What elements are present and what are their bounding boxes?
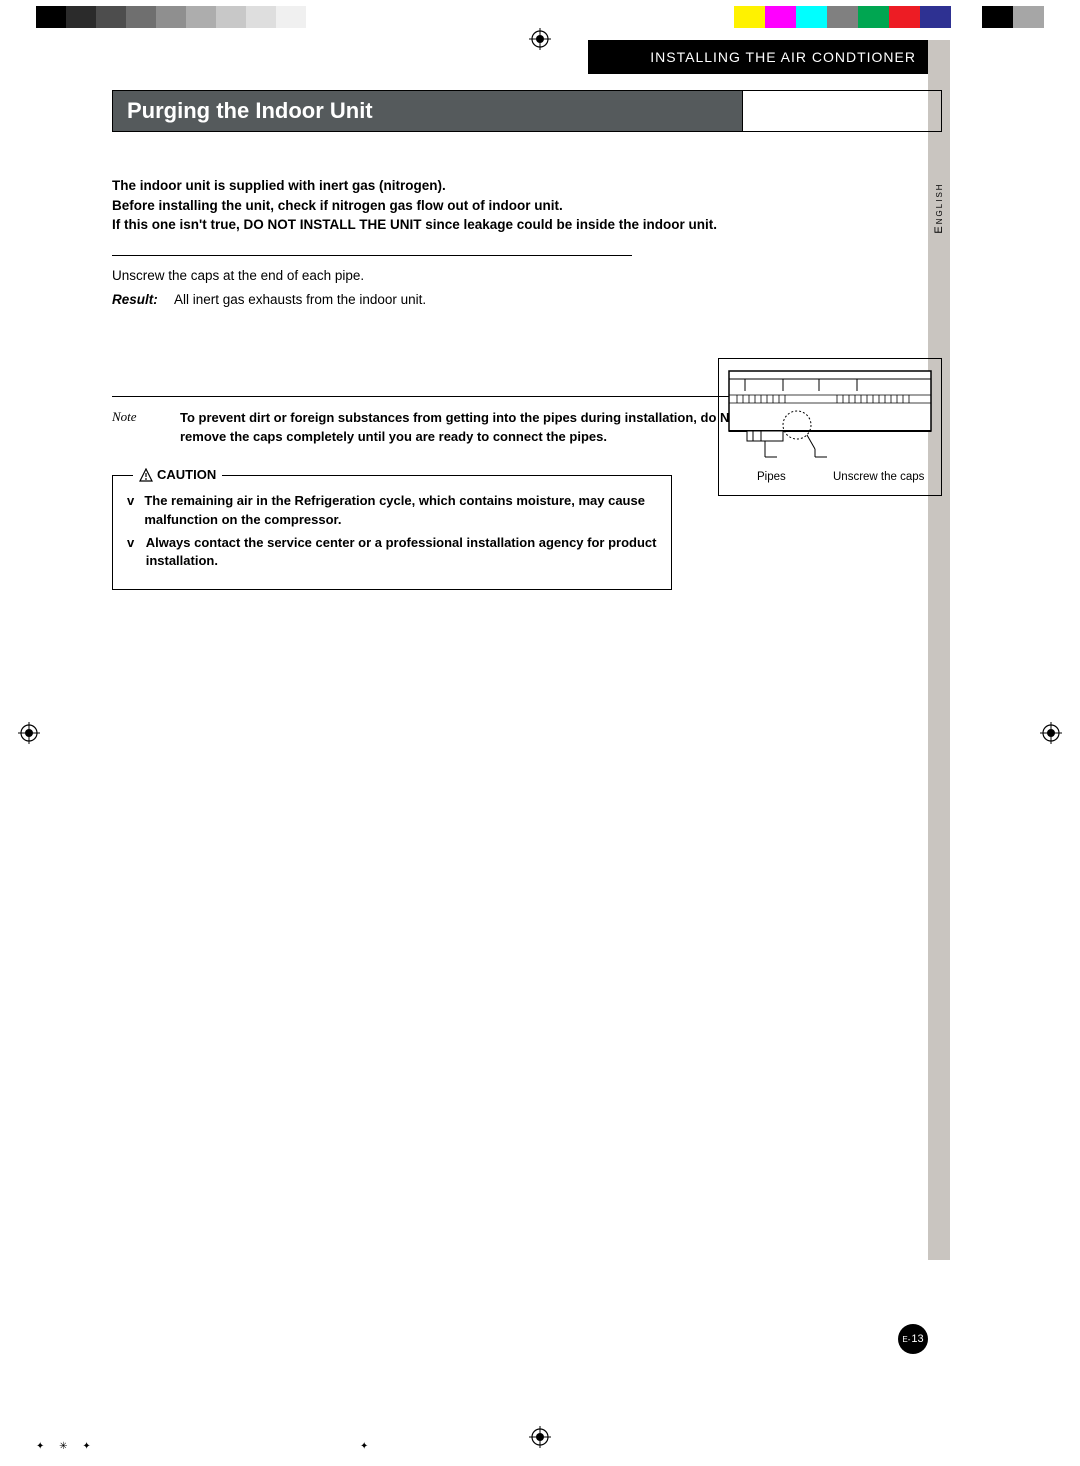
footer-printer-marks: ✦ ✳ ✦: [36, 1441, 97, 1452]
intro-paragraph: The indoor unit is supplied with inert g…: [112, 176, 752, 235]
caution-item: vAlways contact the service center or a …: [127, 534, 657, 572]
step-text: Unscrew the caps at the end of each pipe…: [112, 266, 632, 286]
printer-colorbar: [36, 6, 1044, 28]
page-number-prefix: E-: [902, 1335, 910, 1344]
chapter-title: Installing the Air Condtioner: [650, 49, 916, 65]
caution-box: CAUTION vThe remaining air in the Refrig…: [112, 475, 672, 590]
result-text: All inert gas exhausts from the indoor u…: [174, 290, 426, 310]
note-block: Note To prevent dirt or foreign substanc…: [112, 409, 752, 447]
registration-mark-icon: [529, 28, 551, 50]
caution-item: vThe remaining air in the Refrigeration …: [127, 492, 657, 530]
caution-label: CAUTION: [157, 466, 216, 485]
section-title: Purging the Indoor Unit: [113, 91, 743, 131]
page-number-badge: E-13: [898, 1324, 928, 1354]
note-text: To prevent dirt or foreign substances fr…: [180, 409, 752, 447]
footer-printer-marks: ✦: [360, 1441, 368, 1452]
result-label: Result:: [112, 290, 162, 310]
registration-mark-icon: [18, 722, 40, 744]
figure-label-pipes: Pipes: [757, 471, 786, 483]
illustration: Pipes Unscrew the caps: [718, 358, 942, 496]
warning-icon: [139, 468, 153, 482]
figure-label-caps: Unscrew the caps: [833, 471, 924, 483]
section-title-bar: Purging the Indoor Unit: [112, 90, 942, 132]
page-number: 13: [911, 1333, 923, 1345]
chapter-header: Installing the Air Condtioner: [588, 40, 928, 74]
intro-line: If this one isn't true, DO NOT INSTALL T…: [112, 215, 752, 235]
note-label: Note: [112, 409, 152, 447]
registration-mark-icon: [1040, 722, 1062, 744]
intro-line: Before installing the unit, check if nit…: [112, 196, 752, 216]
caution-legend: CAUTION: [133, 466, 222, 485]
step-block: Unscrew the caps at the end of each pipe…: [112, 266, 632, 311]
divider: [112, 255, 632, 256]
registration-mark-icon: [529, 1426, 551, 1448]
intro-line: The indoor unit is supplied with inert g…: [112, 176, 752, 196]
divider: [112, 396, 752, 397]
